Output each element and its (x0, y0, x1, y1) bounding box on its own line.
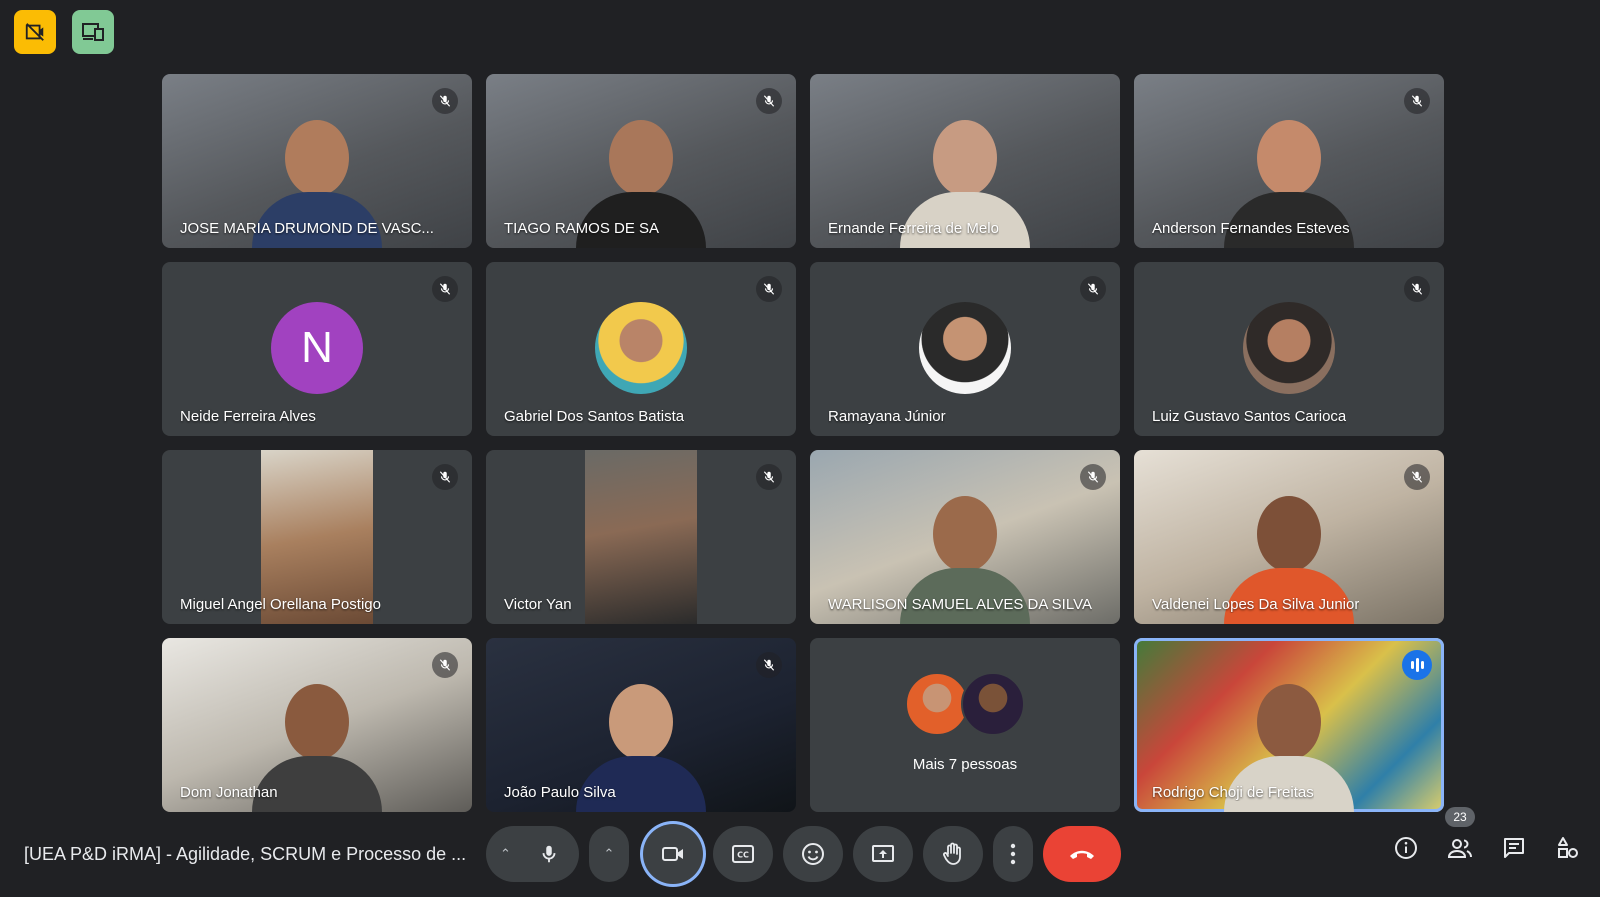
avatar (1243, 302, 1335, 394)
mic-off-icon (1080, 276, 1106, 302)
participant-tile[interactable]: WARLISON SAMUEL ALVES DA SILVA (810, 450, 1120, 624)
participant-name: Victor Yan (504, 596, 572, 613)
more-participants-tile[interactable]: Mais 7 pessoas (810, 638, 1120, 812)
info-icon (1395, 837, 1417, 859)
meeting-details-button[interactable] (1388, 830, 1424, 866)
participant-name: Valdenei Lopes Da Silva Junior (1152, 596, 1360, 613)
mic-off-icon (432, 652, 458, 678)
video-options-caret-icon[interactable]: ⌃ (588, 826, 629, 882)
chat-button[interactable] (1496, 830, 1532, 866)
mic-button[interactable] (531, 843, 567, 865)
captions-button[interactable]: CC (712, 826, 773, 882)
participant-name: Rodrigo Choji de Freitas (1152, 784, 1314, 801)
recording-badge[interactable] (14, 10, 56, 54)
mic-off-icon (1080, 464, 1106, 490)
participant-tile[interactable]: Ramayana Júnior (810, 262, 1120, 436)
audio-options-caret-icon[interactable]: ⌃ (500, 846, 511, 862)
participant-tile[interactable]: Ernande Ferreira de Melo (810, 74, 1120, 248)
present-icon (871, 845, 894, 862)
people-count-badge: 23 (1445, 807, 1475, 827)
participant-name: Ernande Ferreira de Melo (828, 220, 999, 237)
devices-icon (82, 23, 104, 41)
mic-off-icon (1404, 464, 1430, 490)
participant-tile[interactable]: Gabriel Dos Santos Batista (486, 262, 796, 436)
participant-tile[interactable]: Luiz Gustavo Santos Carioca (1134, 262, 1444, 436)
participant-name: Miguel Angel Orellana Postigo (180, 596, 381, 613)
participant-name: Gabriel Dos Santos Batista (504, 408, 685, 425)
participant-tile[interactable]: TIAGO RAMOS DE SA (486, 74, 796, 248)
active-speaker-tile[interactable]: Rodrigo Choji de Freitas (1134, 638, 1444, 812)
avatar (961, 672, 1025, 736)
participant-name: Ramayana Júnior (828, 408, 946, 425)
participant-tile[interactable]: N Neide Ferreira Alves (162, 262, 472, 436)
present-button[interactable] (852, 826, 913, 882)
participant-tile[interactable]: João Paulo Silva (486, 638, 796, 812)
mic-icon (542, 845, 556, 863)
participant-tile[interactable]: Miguel Angel Orellana Postigo (162, 450, 472, 624)
avatar (919, 302, 1011, 394)
avatar (905, 672, 969, 736)
participant-name: Neide Ferreira Alves (180, 408, 316, 425)
mic-off-icon (1404, 276, 1430, 302)
participant-tile[interactable]: Victor Yan (486, 450, 796, 624)
participant-name: Dom Jonathan (180, 784, 278, 801)
recording-icon (25, 23, 44, 41)
avatar: N (271, 302, 363, 394)
raise-hand-button[interactable] (922, 826, 983, 882)
camera-icon (661, 847, 683, 861)
mic-off-icon (756, 88, 782, 114)
participant-video (585, 450, 697, 624)
raise-hand-icon (942, 842, 961, 865)
participant-name: Luiz Gustavo Santos Carioca (1152, 408, 1347, 425)
companion-mode-badge[interactable] (72, 10, 114, 54)
participant-name: João Paulo Silva (504, 784, 616, 801)
people-button[interactable]: 23 (1442, 807, 1478, 866)
participant-name: Anderson Fernandes Esteves (1152, 220, 1350, 237)
activities-button[interactable] (1550, 830, 1586, 866)
mic-off-icon (1404, 88, 1430, 114)
mic-off-icon (432, 464, 458, 490)
participant-tile[interactable]: Anderson Fernandes Esteves (1134, 74, 1444, 248)
call-controls: ⌃ ⌃ CC (486, 824, 1121, 884)
mic-off-icon (756, 276, 782, 302)
mic-off-icon (756, 652, 782, 678)
mic-off-icon (432, 88, 458, 114)
mic-off-icon (432, 276, 458, 302)
emoji-button[interactable] (782, 826, 843, 882)
more-options-button[interactable] (992, 826, 1033, 882)
camera-button[interactable] (642, 824, 703, 884)
avatar (595, 302, 687, 394)
participant-tile[interactable]: Dom Jonathan (162, 638, 472, 812)
more-options-icon (1010, 843, 1016, 865)
more-participants-avatars (905, 672, 1025, 736)
participant-grid: JOSE MARIA DRUMOND DE VASC... TIAGO RAMO… (162, 74, 1444, 812)
activities-icon (1558, 837, 1578, 858)
chat-icon (1504, 838, 1524, 858)
captions-icon: CC (731, 845, 754, 863)
end-call-button[interactable] (1042, 826, 1121, 882)
meeting-title: [UEA P&D iRMA] - Agilidade, SCRUM e Proc… (24, 844, 467, 864)
participant-tile[interactable]: Valdenei Lopes Da Silva Junior (1134, 450, 1444, 624)
end-call-icon (1069, 850, 1094, 859)
emoji-icon (801, 843, 824, 865)
mic-off-icon (756, 464, 782, 490)
more-participants-label: Mais 7 pessoas (912, 756, 1018, 773)
mic-control: ⌃ (486, 826, 579, 882)
side-panel-tools: 23 (1388, 807, 1586, 866)
speaking-indicator-icon (1402, 650, 1432, 680)
participant-name: WARLISON SAMUEL ALVES DA SILVA (828, 596, 1092, 613)
people-icon (1447, 839, 1472, 858)
svg-text:CC: CC (737, 851, 749, 860)
participant-tile[interactable]: JOSE MARIA DRUMOND DE VASC... (162, 74, 472, 248)
participant-name: JOSE MARIA DRUMOND DE VASC... (180, 220, 434, 237)
participant-name: TIAGO RAMOS DE SA (504, 220, 660, 237)
